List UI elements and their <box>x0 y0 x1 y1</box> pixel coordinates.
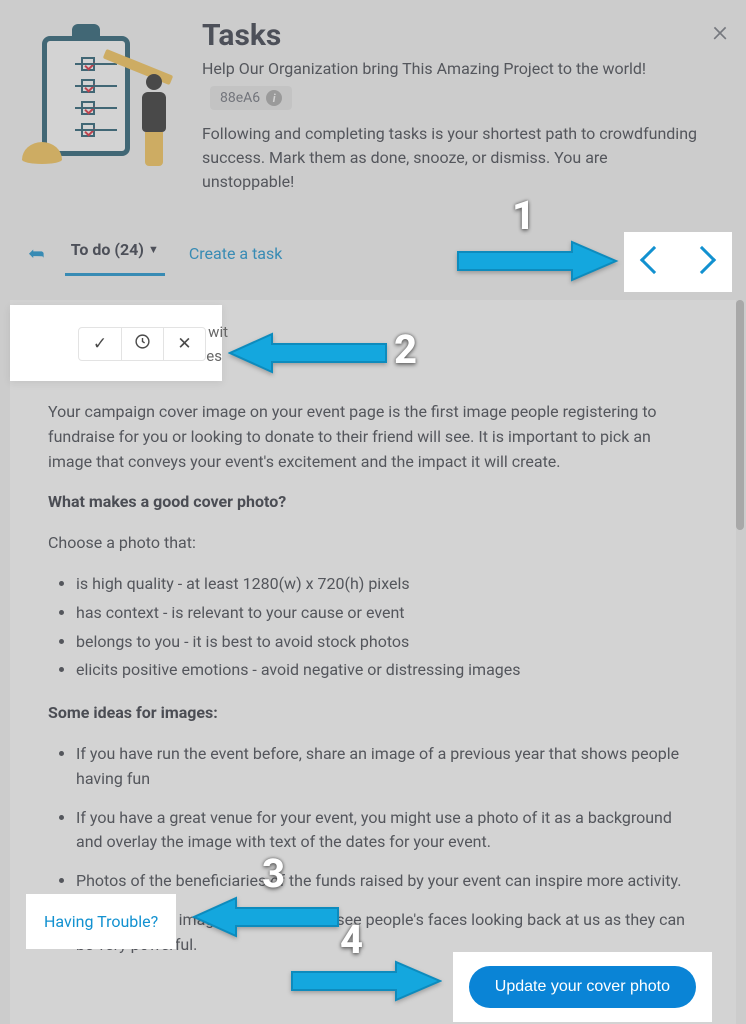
list-item: elicits positive emotions - avoid negati… <box>76 658 698 683</box>
campaign-code: 88eA6 <box>220 90 260 106</box>
scrollbar-thumb[interactable] <box>736 300 744 530</box>
content-choose: Choose a photo that: <box>48 531 698 556</box>
page-blurb: Following and completing tasks is your s… <box>202 122 702 194</box>
list-item: Photos of the beneficiaries of the funds… <box>76 869 698 894</box>
chevron-right-icon <box>688 246 716 274</box>
heading-good-cover: What makes a good cover photo? <box>48 492 286 511</box>
reply-icon[interactable]: ➦ <box>28 241 45 265</box>
dismiss-button[interactable]: ✕ <box>163 328 205 360</box>
task-nav-arrows <box>624 232 732 292</box>
scrollbar[interactable] <box>736 300 744 1010</box>
page-header: Tasks Help Our Organization bring This A… <box>0 18 746 194</box>
update-cover-photo-button[interactable]: Update your cover photo <box>469 966 696 1008</box>
list-item: belongs to you - it is best to avoid sto… <box>76 630 698 655</box>
page-subtitle: Help Our Organization bring This Amazing… <box>202 59 728 78</box>
content-intro: Your campaign cover image on your event … <box>48 400 698 474</box>
clock-icon <box>134 333 151 355</box>
tasks-illustration <box>18 18 178 168</box>
list-item: If you have run the event before, share … <box>76 742 698 792</box>
mark-done-button[interactable]: ✓ <box>79 328 121 360</box>
tab-todo-label: To do (24) <box>71 240 144 259</box>
task-action-popover: ✓ ✕ wit es <box>10 305 222 381</box>
having-trouble-link[interactable]: Having Trouble? <box>44 912 158 931</box>
cta-wrap: Update your cover photo <box>453 952 712 1022</box>
campaign-code-pill: 88eA6 i <box>210 86 292 110</box>
good-photo-list: is high quality - at least 1280(w) x 720… <box>48 572 698 683</box>
having-trouble-box: Having Trouble? <box>26 894 176 949</box>
list-item: has context - is relevant to your cause … <box>76 601 698 626</box>
partial-text: es <box>206 347 222 365</box>
heading-ideas: Some ideas for images: <box>48 703 218 722</box>
chevron-left-icon <box>640 246 668 274</box>
list-item: If you have a great venue for your event… <box>76 806 698 856</box>
x-icon: ✕ <box>177 334 191 354</box>
partial-text: wit <box>208 323 228 341</box>
tab-todo[interactable]: To do (24) ▼ <box>65 230 165 276</box>
next-task-button[interactable] <box>692 250 712 274</box>
prev-task-button[interactable] <box>644 250 664 274</box>
info-icon[interactable]: i <box>266 90 282 106</box>
caret-down-icon: ▼ <box>148 243 159 256</box>
create-task-link[interactable]: Create a task <box>185 234 287 273</box>
snooze-button[interactable] <box>121 328 163 360</box>
close-icon[interactable]: × <box>712 14 728 49</box>
page-title: Tasks <box>202 18 728 53</box>
list-item: is high quality - at least 1280(w) x 720… <box>76 572 698 597</box>
check-icon: ✓ <box>93 334 107 354</box>
